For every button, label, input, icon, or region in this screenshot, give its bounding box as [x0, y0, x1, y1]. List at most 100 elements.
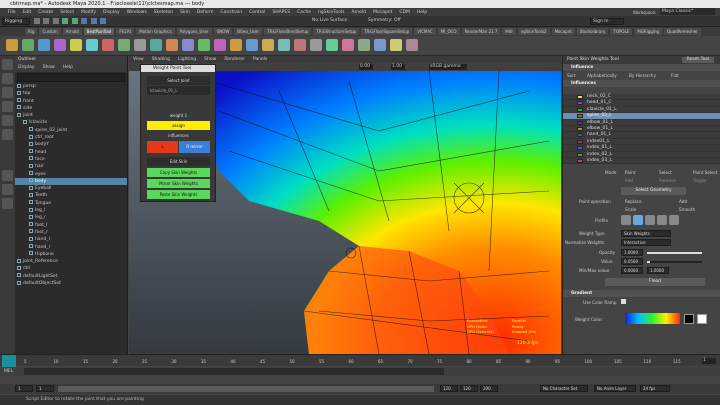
shelf-tool-10-icon[interactable]: [166, 39, 178, 51]
outliner-item[interactable]: face: [15, 156, 127, 163]
shelf-tool-13-icon[interactable]: [214, 39, 226, 51]
paint-op-smooth[interactable]: Smooth: [679, 207, 695, 212]
outliner-item[interactable]: Teeth: [15, 192, 127, 199]
menu-modify[interactable]: Modify: [81, 10, 96, 15]
mirror-right-button[interactable]: R mirror: [179, 141, 210, 153]
influence-color-swatch[interactable]: [577, 126, 583, 131]
shelf-tool-3-icon[interactable]: [54, 39, 66, 51]
menu-skin[interactable]: Skin: [180, 10, 190, 15]
profile-solid-icon[interactable]: [645, 215, 655, 226]
outliner-item[interactable]: foot_r: [15, 229, 127, 236]
viewport-menu-lighting[interactable]: Lighting: [178, 56, 196, 63]
range-bar[interactable]: [58, 386, 434, 392]
influence-color-swatch[interactable]: [577, 133, 583, 138]
outliner-item[interactable]: side: [15, 105, 127, 112]
symmetry-label[interactable]: Symmetry: Off: [368, 18, 401, 23]
outliner-item[interactable]: Hipbone: [15, 251, 127, 258]
single-view-icon[interactable]: [2, 170, 13, 181]
influence-color-swatch[interactable]: [577, 107, 583, 112]
mode-radio-0[interactable]: Paint: [625, 170, 635, 175]
value-field[interactable]: 0.0500: [621, 258, 643, 266]
select-hierarchy-icon[interactable]: [62, 18, 69, 24]
shelf-tab-6[interactable]: Polygons_User: [176, 28, 212, 35]
range-end-field[interactable]: 120: [460, 385, 478, 392]
menu-constrain[interactable]: Constrain: [220, 10, 242, 15]
outliner-item[interactable]: bodyY: [15, 141, 127, 148]
ramp-color-white[interactable]: [697, 314, 707, 325]
outliner-item[interactable]: hand_r: [15, 244, 127, 251]
menu-skeleton[interactable]: Skeleton: [154, 10, 173, 15]
shelf-tool-9-icon[interactable]: [150, 39, 162, 51]
save-scene-icon[interactable]: [52, 18, 59, 24]
shelf-tab-14[interactable]: RenderMan 21.7: [461, 28, 501, 35]
influence-color-swatch[interactable]: [577, 114, 583, 119]
mode-radio-1[interactable]: Select: [659, 170, 672, 175]
max-value-field[interactable]: 1.0000: [647, 267, 669, 275]
influence-color-swatch[interactable]: [577, 158, 583, 163]
shelf-tool-5-icon[interactable]: [86, 39, 98, 51]
outliner-item[interactable]: hand_l: [15, 236, 127, 243]
four-view-icon[interactable]: [2, 184, 13, 195]
shelf-tab-11[interactable]: TRiGFloorSquareSetup: [361, 28, 413, 35]
current-frame-field[interactable]: 1: [702, 358, 716, 364]
shelf-tab-1[interactable]: Custom: [39, 28, 61, 35]
outliner-item[interactable]: defaultObjectSet: [15, 280, 127, 287]
sort-radio-1[interactable]: By Hierarchy: [629, 73, 656, 78]
mode-radio-2[interactable]: Paint Select: [693, 170, 718, 175]
shelf-tool-1-icon[interactable]: [22, 39, 34, 51]
influence-color-swatch[interactable]: [577, 101, 583, 106]
menu-shapes[interactable]: SHAPES: [272, 10, 290, 15]
shelf-tab-9[interactable]: TRiGFloorBendSetup: [264, 28, 312, 35]
paint-op-add[interactable]: Add: [679, 199, 687, 204]
menu-cache[interactable]: Cache: [297, 10, 311, 15]
playback-start-field[interactable]: 1: [36, 385, 54, 392]
opacity-field[interactable]: 1.0000: [621, 249, 643, 257]
outliner-menu-display[interactable]: Display: [18, 64, 35, 72]
shelf-tool-7-icon[interactable]: [118, 39, 130, 51]
playback-end-field[interactable]: 120: [440, 385, 458, 392]
shelf-tool-25-icon[interactable]: [406, 39, 418, 51]
outliner-search-input[interactable]: [17, 73, 125, 82]
shelf-tab-13[interactable]: MI_OCO: [437, 28, 460, 35]
min-value-field[interactable]: 0.0000: [621, 267, 643, 275]
shelf-tab-12[interactable]: VICMAC: [414, 28, 436, 35]
outliner-menu-help[interactable]: Help: [63, 64, 73, 72]
outliner-item[interactable]: joint: [15, 112, 127, 119]
gamma-field[interactable]: 1.00: [391, 64, 405, 70]
paste-skin-weights-button[interactable]: Paste Skin Weights: [147, 190, 210, 199]
shelf-tool-0-icon[interactable]: [6, 39, 18, 51]
scale-tool-icon[interactable]: [2, 129, 13, 140]
menu-control[interactable]: Control: [249, 10, 265, 15]
outliner-item[interactable]: joint_Reference: [15, 258, 127, 265]
profile-gaussian-icon[interactable]: [621, 215, 631, 226]
menu-file[interactable]: File: [8, 10, 16, 15]
lasso-tool-icon[interactable]: [2, 73, 13, 84]
fps-dropdown[interactable]: 24 fps: [640, 385, 670, 392]
viewport-menu-show[interactable]: Show: [204, 56, 216, 63]
select-geometry-button[interactable]: Select Geometry: [621, 187, 686, 196]
scene-end-field[interactable]: 200: [480, 385, 498, 392]
shelf-tool-22-icon[interactable]: [358, 39, 370, 51]
shelf-tool-21-icon[interactable]: [342, 39, 354, 51]
menu-mocapnt[interactable]: Mocapnt: [373, 10, 392, 15]
range-start-field[interactable]: 1: [15, 385, 33, 392]
outliner-menu-show[interactable]: Show: [43, 64, 55, 72]
influence-color-swatch[interactable]: [577, 152, 583, 157]
shelf-tab-8[interactable]: BGeo_User: [234, 28, 263, 35]
select-object-icon[interactable]: [71, 18, 78, 24]
sort-radio-0[interactable]: Alphabetically: [587, 73, 617, 78]
outliner-item[interactable]: ctrl_root: [15, 134, 127, 141]
outliner-item[interactable]: top: [15, 90, 127, 97]
weight-color-ramp[interactable]: [625, 313, 680, 325]
outliner-item[interactable]: leg_l: [15, 207, 127, 214]
shelf-tab-2[interactable]: Arnold: [62, 28, 82, 35]
shelf-tab-10[interactable]: TRiGStructureSetup: [313, 28, 360, 35]
sign-in-button[interactable]: Sign In: [590, 18, 624, 25]
shelf-tool-12-icon[interactable]: [198, 39, 210, 51]
profile-image-icon[interactable]: [669, 215, 679, 226]
select-tool-icon[interactable]: [2, 59, 13, 70]
profile-soft-icon[interactable]: [633, 215, 643, 226]
menu-display[interactable]: Display: [103, 10, 120, 15]
value-slider[interactable]: [647, 261, 702, 264]
outliner-layout-icon[interactable]: [2, 198, 13, 209]
